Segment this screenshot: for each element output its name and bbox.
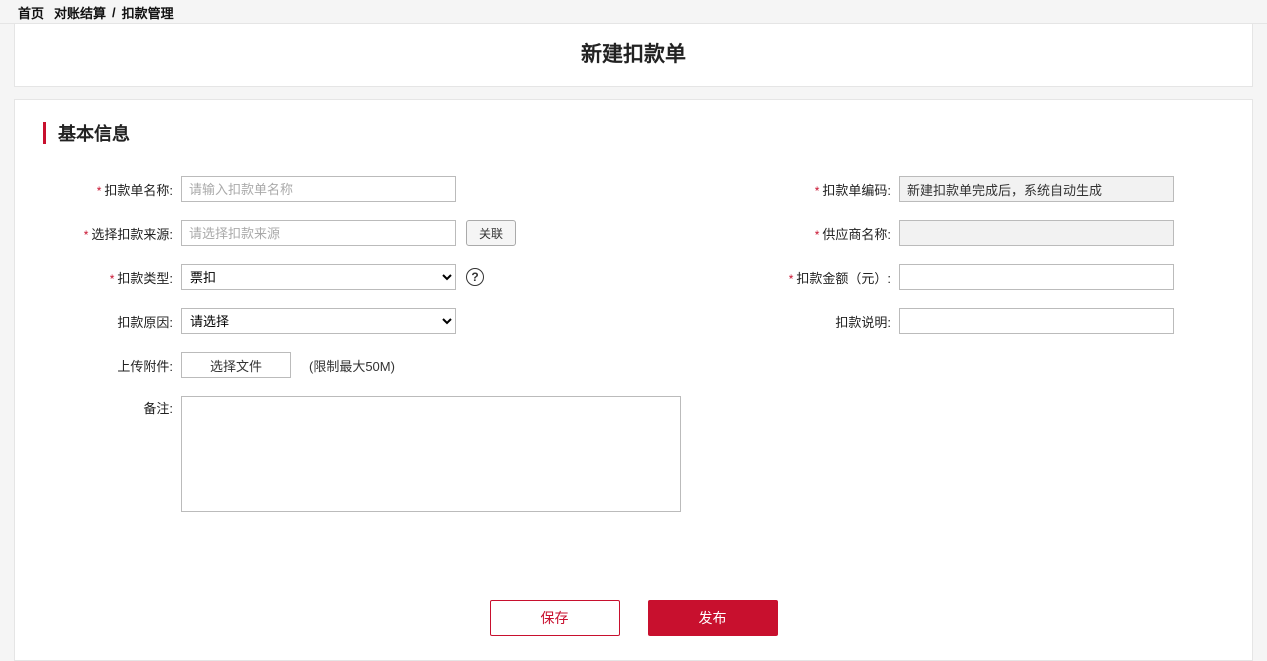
label-deduction-name-text: 扣款单名称:	[104, 183, 173, 198]
required-star: *	[97, 184, 102, 198]
label-attachment-text: 上传附件:	[117, 359, 173, 374]
label-deduction-code-text: 扣款单编码:	[822, 183, 891, 198]
label-deduction-type: *扣款类型:	[43, 268, 173, 287]
row-attachment: 上传附件: 选择文件 (限制最大50M)	[43, 352, 681, 378]
label-remark: 备注:	[43, 396, 173, 417]
row-remark: 备注:	[43, 396, 681, 512]
page-container: 首页 对账结算 / 扣款管理 新建扣款单 基本信息 *扣款单名称:	[0, 0, 1267, 640]
label-deduction-type-text: 扣款类型:	[117, 271, 173, 286]
help-icon[interactable]: ?	[466, 268, 484, 286]
label-supplier-name: *供应商名称:	[761, 224, 891, 243]
row-deduction-desc: 扣款说明:	[761, 308, 1224, 334]
deduction-code-field: 新建扣款单完成后，系统自动生成	[899, 176, 1174, 202]
row-deduction-source: *选择扣款来源: 关联	[43, 220, 681, 246]
section-accent-bar	[43, 122, 46, 144]
form-grid: *扣款单名称: *选择扣款来源: 关联 *扣款类型: 票	[43, 176, 1224, 530]
label-deduction-amount: *扣款金额（元）:	[761, 268, 891, 287]
supplier-name-field	[899, 220, 1174, 246]
action-buttons: 保存 发布	[15, 600, 1252, 636]
publish-button[interactable]: 发布	[648, 600, 778, 636]
form-right-column: *扣款单编码: 新建扣款单完成后，系统自动生成 *供应商名称: *扣款金额（元）…	[761, 176, 1224, 530]
title-panel: 新建扣款单	[14, 24, 1253, 87]
row-deduction-reason: 扣款原因: 请选择	[43, 308, 681, 334]
row-deduction-code: *扣款单编码: 新建扣款单完成后，系统自动生成	[761, 176, 1224, 202]
section-title: 基本信息	[58, 120, 130, 146]
label-deduction-name: *扣款单名称:	[43, 180, 173, 199]
required-star: *	[815, 184, 820, 198]
breadcrumb: 首页 对账结算 / 扣款管理	[0, 0, 1267, 24]
breadcrumb-item-settlement[interactable]: 对账结算	[54, 3, 106, 22]
deduction-name-input[interactable]	[181, 176, 456, 202]
required-star: *	[789, 272, 794, 286]
label-deduction-code: *扣款单编码:	[761, 180, 891, 199]
deduction-desc-input[interactable]	[899, 308, 1174, 334]
required-star: *	[110, 272, 115, 286]
label-attachment: 上传附件:	[43, 356, 173, 375]
row-deduction-amount: *扣款金额（元）:	[761, 264, 1224, 290]
section-header: 基本信息	[43, 120, 1224, 146]
label-deduction-source-text: 选择扣款来源:	[91, 227, 173, 242]
row-deduction-name: *扣款单名称:	[43, 176, 681, 202]
label-deduction-reason-text: 扣款原因:	[117, 315, 173, 330]
deduction-source-input[interactable]	[181, 220, 456, 246]
deduction-amount-input[interactable]	[899, 264, 1174, 290]
label-deduction-desc: 扣款说明:	[761, 312, 891, 331]
label-deduction-source: *选择扣款来源:	[43, 224, 173, 243]
label-deduction-desc-text: 扣款说明:	[835, 315, 891, 330]
label-deduction-reason: 扣款原因:	[43, 312, 173, 331]
deduction-reason-select[interactable]: 请选择	[181, 308, 456, 334]
required-star: *	[815, 228, 820, 242]
choose-file-button[interactable]: 选择文件	[181, 352, 291, 378]
associate-button[interactable]: 关联	[466, 220, 516, 246]
breadcrumb-item-home[interactable]: 首页	[18, 3, 44, 22]
page-title: 新建扣款单	[15, 24, 1252, 86]
breadcrumb-item-deduction[interactable]: 扣款管理	[122, 3, 174, 22]
required-star: *	[84, 228, 89, 242]
row-deduction-type: *扣款类型: 票扣 ?	[43, 264, 681, 290]
label-supplier-name-text: 供应商名称:	[822, 227, 891, 242]
breadcrumb-separator: /	[112, 5, 116, 20]
label-remark-text: 备注:	[143, 401, 173, 416]
remark-textarea[interactable]	[181, 396, 681, 512]
form-panel: 基本信息 *扣款单名称: *选择扣款来源: 关联	[14, 99, 1253, 661]
deduction-code-value: 新建扣款单完成后，系统自动生成	[907, 180, 1102, 199]
save-button[interactable]: 保存	[490, 600, 620, 636]
attachment-hint: (限制最大50M)	[309, 356, 395, 375]
form-left-column: *扣款单名称: *选择扣款来源: 关联 *扣款类型: 票	[43, 176, 681, 530]
deduction-type-select[interactable]: 票扣	[181, 264, 456, 290]
row-supplier-name: *供应商名称:	[761, 220, 1224, 246]
label-deduction-amount-text: 扣款金额（元）:	[796, 271, 891, 286]
